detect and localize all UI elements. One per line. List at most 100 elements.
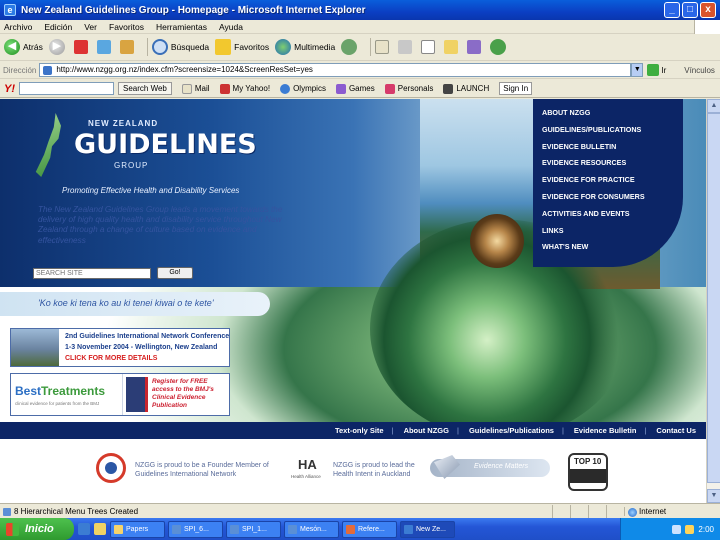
health-alliance-logo[interactable]: HA: [298, 457, 317, 472]
task-meson[interactable]: Mesón...: [284, 520, 339, 538]
logo-tagline: Promoting Effective Health and Disabilit…: [62, 186, 240, 195]
menu-favorites[interactable]: Favoritos: [109, 22, 144, 32]
task-label: Refere...: [358, 525, 385, 533]
site-search-input[interactable]: [33, 267, 151, 279]
star-icon: [215, 39, 232, 55]
start-button[interactable]: Inicio: [0, 518, 74, 540]
best-treatments-banner[interactable]: BestTreatments clinical evidence for pat…: [10, 373, 230, 416]
task-label: Mesón...: [300, 525, 327, 533]
scroll-up-button[interactable]: ▲: [707, 99, 720, 113]
nav-guidelines[interactable]: GUIDELINES/PUBLICATIONS: [533, 122, 683, 139]
g-i-n-badge-icon[interactable]: [96, 453, 126, 483]
nav-activities[interactable]: ACTIVITIES AND EVENTS: [533, 206, 683, 223]
launch-button[interactable]: LAUNCH: [443, 83, 489, 94]
footer-contact[interactable]: Contact Us: [656, 426, 696, 435]
home-button[interactable]: [119, 40, 137, 54]
task-refere[interactable]: Refere...: [342, 520, 397, 538]
go-label[interactable]: Ir: [661, 66, 666, 75]
menu-file[interactable]: Archivo: [4, 22, 32, 32]
explorer-quicklaunch-icon[interactable]: [94, 523, 106, 535]
close-button[interactable]: x: [700, 2, 716, 18]
address-dropdown[interactable]: ▼: [631, 63, 644, 77]
my-yahoo-button[interactable]: My Yahoo!: [219, 83, 270, 94]
minimize-button[interactable]: _: [664, 2, 680, 18]
footer-divider: |: [644, 426, 647, 435]
menu-view[interactable]: Ver: [84, 22, 97, 32]
research-button[interactable]: [467, 40, 484, 54]
nav-evidence-bulletin[interactable]: EVIDENCE BULLETIN: [533, 139, 683, 156]
back-button[interactable]: ◀ Atrás: [4, 39, 43, 55]
multimedia-button[interactable]: Multimedia: [275, 39, 335, 55]
history-button[interactable]: [341, 39, 360, 55]
stop-button[interactable]: [73, 40, 91, 54]
mail-button[interactable]: [375, 40, 392, 54]
folder-icon: [444, 40, 459, 54]
conference-link[interactable]: CLICK FOR MORE DETAILS: [65, 355, 157, 362]
multimedia-label: Multimedia: [294, 42, 336, 52]
refresh-button[interactable]: [96, 40, 114, 54]
nav-evidence-consumers[interactable]: EVIDENCE FOR CONSUMERS: [533, 189, 683, 206]
favorites-label: Favoritos: [234, 42, 270, 52]
links-label[interactable]: Vínculos: [684, 66, 715, 75]
search-button[interactable]: Búsqueda: [151, 39, 209, 55]
task-new-zealand[interactable]: New Ze...: [400, 520, 455, 538]
gin-member-text: NZGG is proud to be a Founder Member of …: [135, 462, 269, 478]
conference-banner[interactable]: 2nd Guidelines International Network Con…: [10, 328, 230, 367]
launch-icon: [443, 83, 454, 94]
task-spi-6[interactable]: SPI_6...: [168, 520, 223, 538]
tray-icon[interactable]: [672, 524, 682, 534]
menu-edit[interactable]: Edición: [44, 22, 72, 32]
yahoo-search-input[interactable]: [19, 82, 114, 95]
address-input[interactable]: http://www.nzgg.org.nz/index.cfm?screens…: [39, 63, 632, 77]
vertical-scrollbar[interactable]: ▲ ▼: [706, 99, 720, 503]
edit-icon: [421, 40, 436, 54]
best-treatments-logo: BestTreatments: [15, 384, 105, 398]
nav-whats-new[interactable]: WHAT'S NEW: [533, 239, 683, 256]
olympics-button[interactable]: Olympics: [280, 83, 326, 94]
toolbar: ◀ Atrás ▶ Búsqueda Favoritos Multimedia: [0, 34, 720, 61]
task-spi-1[interactable]: SPI_1...: [226, 520, 281, 538]
nav-evidence-resources[interactable]: EVIDENCE RESOURCES: [533, 155, 683, 172]
stop-icon: [73, 40, 88, 54]
nav-evidence-practice[interactable]: EVIDENCE FOR PRACTICE: [533, 172, 683, 189]
menu-help[interactable]: Ayuda: [219, 22, 243, 32]
site-search: Go!: [33, 267, 193, 279]
ie-quicklaunch-icon[interactable]: [78, 523, 90, 535]
folder-button[interactable]: [444, 40, 461, 54]
research-icon: [467, 40, 482, 54]
print-button[interactable]: [398, 40, 415, 54]
yahoo-search-button[interactable]: Search Web: [118, 82, 172, 95]
footer-text-only[interactable]: Text-only Site: [335, 426, 384, 435]
site-search-go-button[interactable]: Go!: [157, 267, 193, 279]
best-treatments-subtitle: clinical evidence for patients from the …: [15, 401, 100, 406]
edit-button[interactable]: [421, 40, 438, 54]
go-icon[interactable]: [647, 64, 660, 76]
maori-proverb: 'Ko koe ki tena ko au ki tenei kiwai o t…: [38, 298, 214, 308]
title-bar: e New Zealand Guidelines Group - Homepag…: [0, 0, 720, 20]
footer-guidelines[interactable]: Guidelines/Publications: [469, 426, 554, 435]
footer-evidence-bulletin[interactable]: Evidence Bulletin: [574, 426, 637, 435]
scroll-down-button[interactable]: ▼: [707, 489, 720, 503]
maximize-button[interactable]: □: [682, 2, 698, 18]
nav-about[interactable]: ABOUT NZGG: [533, 105, 683, 122]
yahoo-logo[interactable]: Y!: [4, 83, 15, 95]
task-label: Papers: [126, 525, 149, 533]
task-label: New Ze...: [416, 525, 446, 533]
task-papers[interactable]: Papers: [110, 520, 165, 538]
menu-tools[interactable]: Herramientas: [156, 22, 207, 32]
internet-zone: Internet: [624, 506, 720, 517]
tray-icon[interactable]: [685, 524, 695, 534]
partners-strip: NZGG is proud to be a Founder Member of …: [0, 439, 706, 503]
windows-flag-icon: [6, 522, 19, 536]
sign-in-button[interactable]: Sign In: [499, 82, 533, 95]
forward-button[interactable]: ▶: [48, 39, 68, 55]
games-button[interactable]: Games: [335, 83, 375, 94]
messenger-button[interactable]: [490, 39, 509, 55]
favorites-button[interactable]: Favoritos: [215, 39, 269, 55]
yahoo-mail-button[interactable]: Mail: [181, 83, 210, 94]
scroll-thumb[interactable]: [707, 113, 720, 483]
status-bar: 8 Hierarchical Menu Trees Created Intern…: [0, 503, 720, 518]
footer-about[interactable]: About NZGG: [404, 426, 449, 435]
nav-links[interactable]: LINKS: [533, 223, 683, 240]
personals-button[interactable]: Personals: [384, 83, 433, 94]
